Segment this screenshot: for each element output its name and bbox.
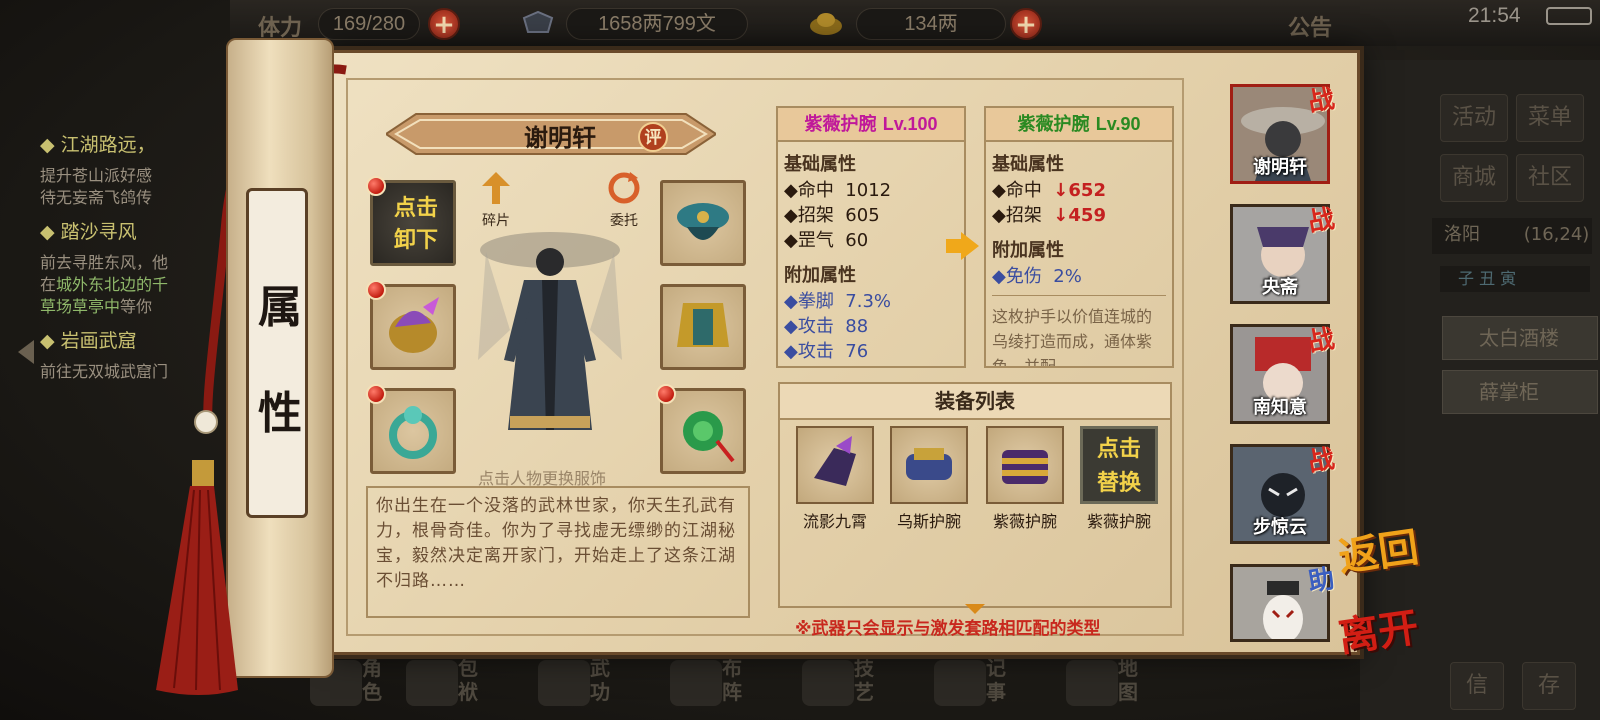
attr-row: ◆招架 605 bbox=[784, 205, 880, 226]
alert-dot-icon bbox=[366, 280, 386, 300]
weapon-filter-notice: ※武器只会显示与激发套路相匹配的类型 bbox=[795, 619, 1101, 639]
attr-row: ◆招架 ↓459 bbox=[992, 205, 1106, 226]
save-button[interactable]: 存 bbox=[1522, 662, 1576, 710]
list-item[interactable]: 乌斯护腕 bbox=[890, 426, 968, 532]
bracer-icon bbox=[796, 426, 874, 504]
bracer-icon bbox=[890, 426, 968, 504]
leave-button[interactable]: 离开 bbox=[1334, 595, 1422, 664]
return-button[interactable]: 返回 bbox=[1334, 515, 1422, 584]
nav-bag[interactable]: 包袱 bbox=[396, 648, 486, 720]
bagua-icon bbox=[670, 660, 722, 706]
decrease-arrow-icon: ↓ bbox=[1053, 205, 1069, 226]
hat-icon bbox=[677, 203, 729, 240]
base-attr-title: 基础属性 bbox=[992, 154, 1064, 175]
time-marks: 子 丑 寅 bbox=[1440, 266, 1590, 292]
divider bbox=[992, 295, 1166, 296]
notice-button[interactable]: 公告 bbox=[1288, 10, 1332, 42]
nav-martial-arts[interactable]: 武功 bbox=[528, 648, 618, 720]
money-icon bbox=[522, 10, 554, 33]
amulet-icon bbox=[683, 411, 735, 463]
helmet-icon bbox=[389, 297, 439, 353]
location-coords: (16,24) bbox=[1523, 224, 1590, 245]
refresh-icon bbox=[608, 172, 640, 204]
bag-icon bbox=[406, 660, 458, 706]
equipped-item-card: 紫薇护腕 Lv.100 基础属性 ◆命中 1012 ◆招架 605 ◆罡气 60… bbox=[776, 106, 966, 368]
skill-icon bbox=[802, 660, 854, 706]
add-gold-button[interactable]: + bbox=[1010, 8, 1042, 40]
extra-attr-title: 附加属性 bbox=[992, 240, 1064, 261]
battery-icon bbox=[1546, 7, 1592, 25]
stamina-value: 169/280 bbox=[318, 8, 420, 40]
money-value: 1658两799文 bbox=[566, 8, 748, 40]
list-item[interactable]: 紫薇护腕 bbox=[986, 426, 1064, 532]
book-icon bbox=[538, 660, 590, 706]
equipment-list-title: 装备列表 bbox=[778, 382, 1172, 420]
attr-row: ◆命中 1012 bbox=[784, 180, 892, 201]
nav-formation[interactable]: 布阵 bbox=[660, 648, 750, 720]
equip-slot-armor[interactable] bbox=[660, 284, 746, 370]
bottom-nav: 角色 包袱 武功 布阵 技艺 记事 地图 bbox=[300, 648, 1400, 720]
alert-dot-icon bbox=[366, 176, 386, 196]
extra-attr-title: 附加属性 bbox=[784, 265, 856, 286]
collapse-arrow-icon[interactable] bbox=[18, 340, 34, 364]
npc-button[interactable]: 太白酒楼 bbox=[1442, 316, 1598, 360]
equip-slot-hat[interactable] bbox=[660, 180, 746, 266]
title-char: 性 bbox=[258, 388, 302, 439]
journal-icon bbox=[934, 660, 986, 706]
alert-dot-icon bbox=[366, 384, 386, 404]
character-name: 谢明轩 bbox=[524, 123, 596, 152]
community-button[interactable]: 社区 bbox=[1516, 154, 1584, 202]
base-attr-title: 基础属性 bbox=[784, 154, 856, 175]
rate-button[interactable]: 评 bbox=[638, 122, 668, 152]
list-item[interactable]: 流影九霄 bbox=[796, 426, 874, 532]
equipped-item-title: 紫薇护腕 Lv.100 bbox=[778, 108, 964, 142]
activity-button[interactable]: 活动 bbox=[1440, 94, 1508, 142]
npc-button[interactable]: 薛掌柜 bbox=[1442, 370, 1598, 414]
candidate-item-card: 紫薇护腕 Lv.90 基础属性 ◆命中 ↓652 ◆招架 ↓459 附加属性 ◆… bbox=[984, 106, 1174, 368]
scroll-title: 属 性 bbox=[246, 188, 308, 518]
alert-dot-icon bbox=[656, 384, 676, 404]
attr-row: ◆攻击 88 bbox=[784, 316, 869, 337]
gold-ingot-icon bbox=[810, 13, 842, 35]
nav-skills[interactable]: 技艺 bbox=[792, 648, 882, 720]
location-display: 洛阳 (16,24) bbox=[1432, 218, 1592, 254]
map-icon bbox=[1066, 660, 1118, 706]
gold-value: 134两 bbox=[856, 8, 1006, 40]
title-char: 属 bbox=[258, 282, 302, 333]
replace-button[interactable]: 点击 替换 bbox=[1080, 426, 1158, 504]
attr-row: ◆罡气 60 bbox=[784, 230, 869, 251]
clock: 21:54 bbox=[1468, 4, 1521, 27]
backstory-box: 你出生在一个没落的武林世家，你天生孔武有力，根骨奇佳。你为了寻找虚无缥缈的江湖秘… bbox=[366, 486, 750, 618]
tassel-icon bbox=[156, 460, 238, 695]
menu-button[interactable]: 菜单 bbox=[1516, 94, 1584, 142]
mail-button[interactable]: 信 bbox=[1450, 662, 1504, 710]
decrease-arrow-icon: ↓ bbox=[1053, 180, 1069, 201]
candidate-item-title: 紫薇护腕 Lv.90 bbox=[986, 108, 1172, 142]
attr-row: ◆免伤 2% bbox=[992, 266, 1082, 287]
nav-journal[interactable]: 记事 bbox=[924, 648, 1014, 720]
unload-label: 点击 卸下 bbox=[393, 196, 438, 253]
fragment-arrows-icon bbox=[482, 172, 510, 204]
armor-icon bbox=[677, 303, 729, 347]
scroll-bead bbox=[194, 410, 218, 434]
list-item-selected[interactable]: 点击 替换 紫薇护腕 bbox=[1080, 426, 1158, 532]
backstory-text: 你出生在一个没落的武林世家，你天生孔武有力，根骨奇佳。你为了寻找虚无缥缈的江湖秘… bbox=[376, 496, 736, 591]
compare-arrow-icon bbox=[946, 239, 962, 253]
add-stamina-button[interactable]: + bbox=[428, 8, 460, 40]
item-description: 这枚护手以价值连城的乌绫打造而成，通体紫色，并配 bbox=[992, 307, 1153, 368]
attr-row: ◆拳脚 7.3% bbox=[784, 291, 892, 312]
compare-arrow-head bbox=[961, 232, 979, 260]
scroll-down-icon[interactable] bbox=[965, 604, 985, 614]
location-name: 洛阳 bbox=[1444, 224, 1480, 245]
shop-button[interactable]: 商城 bbox=[1440, 154, 1508, 202]
attr-row: ◆命中 ↓652 bbox=[992, 180, 1106, 201]
ring-icon bbox=[389, 406, 437, 459]
nav-map[interactable]: 地图 bbox=[1056, 648, 1146, 720]
bracer-icon bbox=[986, 426, 1064, 504]
attr-row: ◆攻击 76 bbox=[784, 341, 869, 362]
character-figure[interactable] bbox=[470, 210, 630, 450]
